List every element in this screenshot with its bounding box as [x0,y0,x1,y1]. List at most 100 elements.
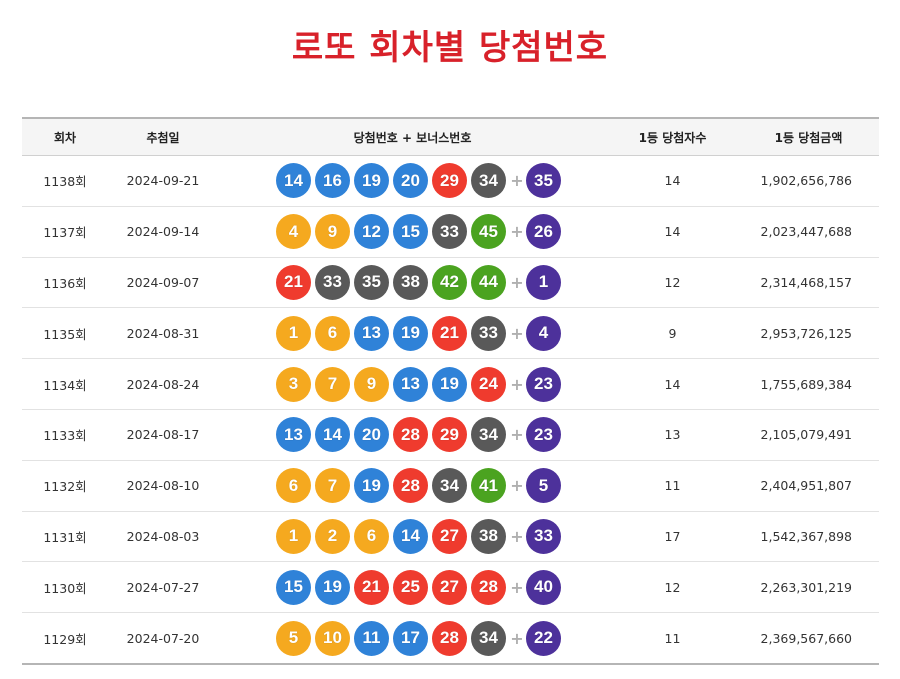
table-row: 1135회 2024-08-31 1 6 13 19 21 33 +4 9 2,953,726,12… [22,308,879,359]
numbers-cell: 15 19 21 25 27 28 +40 [218,562,607,613]
number-ball: 15 [393,214,428,250]
lotto-results-table-container: 회차 추첨일 당첨번호 + 보너스번호 1등 당첨자수 1등 당첨금액 1138… [22,117,879,665]
table-row: 1137회 2024-09-14 4 9 12 15 33 45 +26 14 2,023,447,… [22,206,879,258]
number-ball: 41 [471,468,506,504]
number-ball: 28 [432,620,467,656]
number-ball: 20 [354,417,389,453]
number-ball: 28 [471,569,506,605]
plus-icon: + [510,577,524,597]
number-ball: 11 [354,620,389,656]
round-cell: 1134회 [43,377,87,393]
numbers-cell: 4 9 12 15 33 45 +26 [218,206,607,257]
number-ball: 15 [276,569,311,605]
bonus-ball: 4 [526,315,561,351]
number-ball: 33 [471,315,506,351]
winners-cell: 9 [668,325,677,341]
table-row: 1134회 2024-08-24 3 7 9 13 19 24 +23 14 1,755,689,3… [22,359,879,410]
number-ball: 14 [315,417,350,453]
date-cell: 2024-08-31 [126,325,200,341]
number-ball: 7 [315,366,350,402]
number-balls: 14 16 19 20 29 34 +35 [218,163,607,199]
round-cell: 1131회 [43,529,87,545]
bonus-ball: 35 [526,163,561,199]
number-ball: 13 [393,366,428,402]
plus-icon: + [510,272,524,292]
number-ball: 1 [276,315,311,351]
number-ball: 7 [315,468,350,504]
number-ball: 6 [315,315,350,351]
number-balls: 13 14 20 28 29 34 +23 [218,417,607,453]
round-cell: 1137회 [43,225,87,241]
number-ball: 17 [393,620,428,656]
number-ball: 33 [432,214,467,250]
date-cell: 2024-09-07 [126,274,200,290]
number-ball: 14 [276,163,311,199]
number-ball: 4 [276,214,311,250]
bonus-ball: 33 [526,518,561,554]
header-numbers: 당첨번호 + 보너스번호 [353,130,472,145]
number-ball: 19 [354,163,389,199]
number-ball: 2 [315,518,350,554]
table-row: 1133회 2024-08-17 13 14 20 28 29 34 +23 13 2,105,07… [22,409,879,461]
numbers-cell: 13 14 20 28 29 34 +23 [218,409,607,460]
plus-icon: + [510,222,524,242]
number-ball: 34 [471,417,506,453]
number-balls: 4 9 12 15 33 45 +26 [218,214,607,250]
bonus-ball: 1 [526,264,561,300]
round-cell: 1132회 [43,479,87,495]
amount-cell: 2,953,726,125 [760,325,852,341]
table-row: 1129회 2024-07-20 5 10 11 17 28 34 +22 11 2,369,567… [22,613,879,664]
table-row: 1130회 2024-07-27 15 19 21 25 27 28 +40 12 2,263,30… [22,562,879,613]
number-ball: 10 [315,620,350,656]
number-ball: 44 [471,264,506,300]
bonus-ball: 22 [526,620,561,656]
lotto-results-table: 회차 추첨일 당첨번호 + 보너스번호 1등 당첨자수 1등 당첨금액 1138… [22,117,879,665]
number-ball: 29 [432,163,467,199]
header-winners: 1등 당첨자수 [638,130,707,145]
number-ball: 13 [354,315,389,351]
round-cell: 1129회 [43,631,87,647]
date-cell: 2024-08-03 [126,528,200,544]
number-balls: 1 2 6 14 27 38 +33 [218,518,607,554]
winners-cell: 12 [664,274,681,290]
number-ball: 27 [432,518,467,554]
number-ball: 34 [432,468,467,504]
number-ball: 14 [393,518,428,554]
date-cell: 2024-09-21 [126,173,200,189]
number-ball: 45 [471,214,506,250]
number-ball: 9 [354,366,389,402]
number-ball: 3 [276,366,311,402]
number-ball: 38 [471,518,506,554]
plus-icon: + [510,628,524,648]
amount-cell: 2,404,951,807 [760,478,852,494]
number-ball: 35 [354,264,389,300]
number-ball: 19 [432,366,467,402]
winners-cell: 11 [664,478,681,494]
number-ball: 21 [354,569,389,605]
round-cell: 1133회 [43,428,87,444]
amount-cell: 2,023,447,688 [760,224,852,240]
number-ball: 5 [276,620,311,656]
round-cell: 1136회 [43,275,87,291]
number-balls: 15 19 21 25 27 28 +40 [218,569,607,605]
winners-cell: 17 [664,528,681,544]
date-cell: 2024-07-20 [126,630,200,646]
number-ball: 34 [471,620,506,656]
number-ball: 28 [393,417,428,453]
date-cell: 2024-07-27 [126,579,200,595]
table-header-row: 회차 추첨일 당첨번호 + 보너스번호 1등 당첨자수 1등 당첨금액 [22,118,879,156]
number-ball: 33 [315,264,350,300]
number-ball: 21 [276,264,311,300]
number-ball: 25 [393,569,428,605]
number-ball: 34 [471,163,506,199]
date-cell: 2024-08-17 [126,427,200,443]
winners-cell: 14 [664,376,681,392]
winners-cell: 14 [664,224,681,240]
winners-cell: 12 [664,579,681,595]
number-balls: 3 7 9 13 19 24 +23 [218,366,607,402]
number-ball: 9 [315,214,350,250]
numbers-cell: 5 10 11 17 28 34 +22 [218,613,607,664]
number-balls: 5 10 11 17 28 34 +22 [218,620,607,656]
amount-cell: 1,542,367,898 [760,528,852,544]
number-balls: 1 6 13 19 21 33 +4 [218,315,607,351]
